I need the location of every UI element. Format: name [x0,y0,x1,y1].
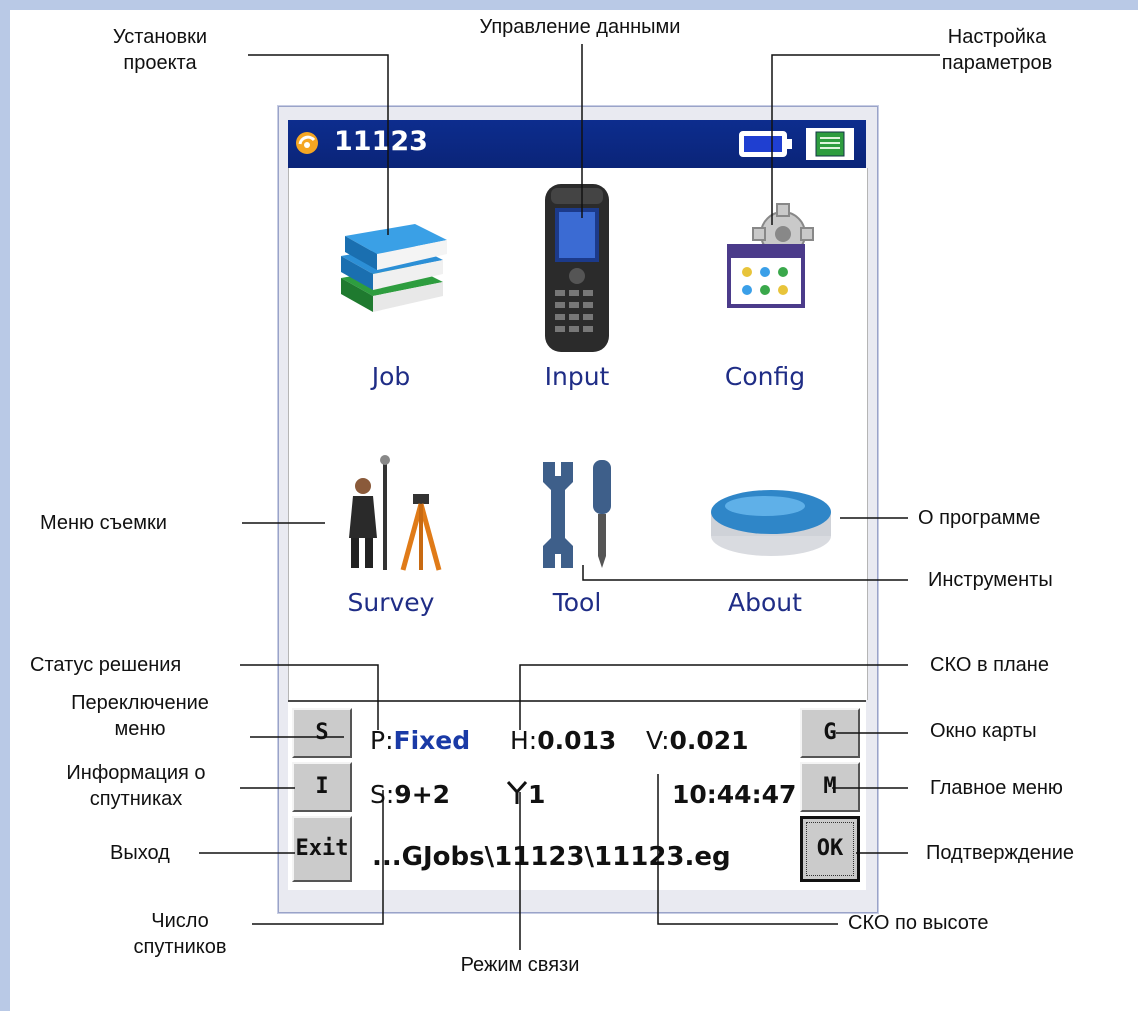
annot-link-mode: Режим связи [460,954,580,976]
annot-data-management: Управление данными [479,16,681,38]
annot-satellite-info: Информация о спутниках [66,762,206,810]
annot-exit: Выход [110,842,170,864]
annot-about-program: О программе [918,507,1041,529]
annot-rms-height: СКО по высоте [848,912,989,934]
annot-menu-switch: Переключение меню [71,692,209,740]
annot-project-settings: Установки проекта [112,26,208,74]
annot-main-menu: Главное меню [930,777,1063,799]
annot-parameter-settings: Настройка параметров [941,26,1053,74]
annot-rms-plan: СКО в плане [930,654,1049,676]
annot-num-satellites: Число спутников [133,910,227,958]
annot-confirm: Подтверждение [926,842,1075,864]
annot-survey-menu: Меню съемки [40,512,167,534]
annot-map-window: Окно карты [930,720,1037,742]
annot-tools: Инструменты [928,569,1053,591]
annot-solution-status: Статус решения [30,654,182,676]
